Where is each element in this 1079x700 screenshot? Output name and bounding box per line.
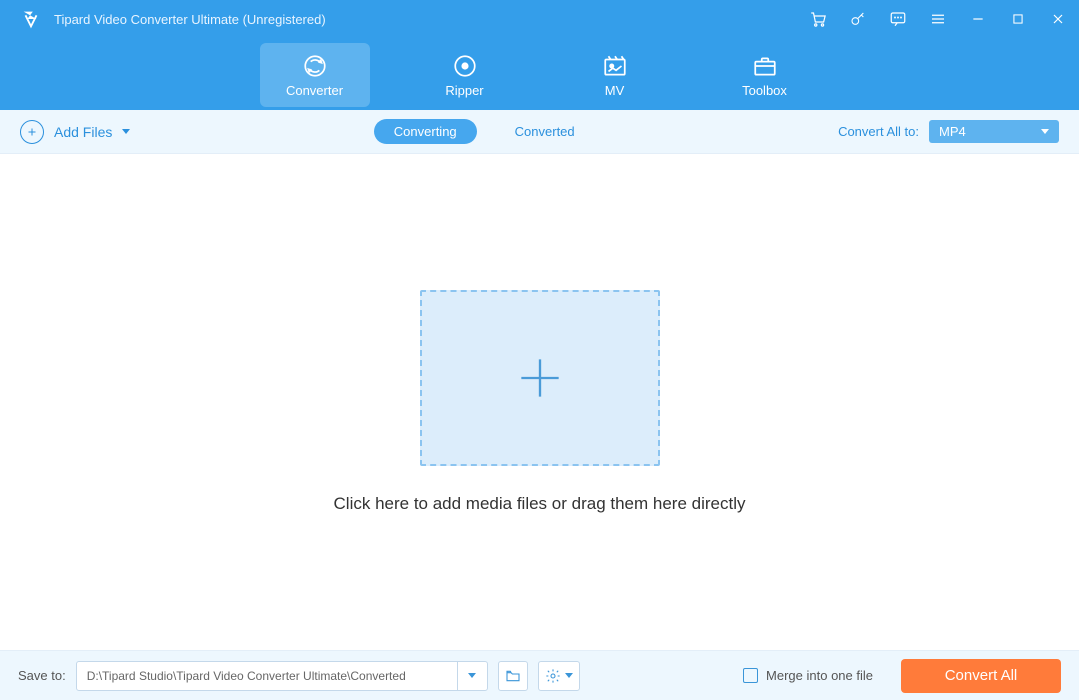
app-logo-icon	[20, 8, 42, 30]
format-select[interactable]: MP4	[929, 120, 1059, 143]
close-icon[interactable]	[1049, 10, 1067, 28]
nav-label: MV	[605, 83, 625, 98]
convert-all-button[interactable]: Convert All	[901, 659, 1061, 693]
save-path-box	[76, 661, 488, 691]
titlebar-actions	[809, 10, 1067, 28]
chevron-down-icon	[1041, 129, 1049, 134]
key-icon[interactable]	[849, 10, 867, 28]
merge-checkbox[interactable]: Merge into one file	[743, 668, 873, 683]
dropzone[interactable]	[420, 290, 660, 466]
nav-label: Ripper	[445, 83, 483, 98]
footer: Save to: Merge into one file Convert All	[0, 650, 1079, 700]
nav-label: Converter	[286, 83, 343, 98]
nav-label: Toolbox	[742, 83, 787, 98]
chevron-down-icon	[122, 129, 130, 134]
add-files-label: Add Files	[54, 124, 112, 140]
maximize-icon[interactable]	[1009, 10, 1027, 28]
settings-button[interactable]	[538, 661, 580, 691]
main-nav: Converter Ripper MV Toolbox	[0, 38, 1079, 110]
main-area: Click here to add media files or drag th…	[0, 154, 1079, 650]
status-tabs: Converting Converted	[130, 119, 838, 144]
save-path-input[interactable]	[77, 662, 457, 690]
nav-converter[interactable]: Converter	[260, 43, 370, 107]
tab-converting[interactable]: Converting	[374, 119, 477, 144]
app-title: Tipard Video Converter Ultimate (Unregis…	[54, 12, 809, 27]
convert-all-to-label: Convert All to:	[838, 124, 919, 139]
chevron-down-icon	[565, 673, 573, 678]
toolbar: Add Files Converting Converted Convert A…	[0, 110, 1079, 154]
checkbox-icon	[743, 668, 758, 683]
menu-icon[interactable]	[929, 10, 947, 28]
nav-mv[interactable]: MV	[560, 43, 670, 107]
save-path-dropdown[interactable]	[457, 662, 487, 690]
add-files-button[interactable]: Add Files	[20, 120, 130, 144]
nav-toolbox[interactable]: Toolbox	[710, 43, 820, 107]
convert-all-to: Convert All to: MP4	[838, 120, 1059, 143]
minimize-icon[interactable]	[969, 10, 987, 28]
merge-label: Merge into one file	[766, 668, 873, 683]
plus-icon	[20, 120, 44, 144]
save-to-label: Save to:	[18, 668, 66, 683]
open-folder-button[interactable]	[498, 661, 528, 691]
feedback-icon[interactable]	[889, 10, 907, 28]
cart-icon[interactable]	[809, 10, 827, 28]
tab-converted[interactable]: Converted	[495, 119, 595, 144]
nav-ripper[interactable]: Ripper	[410, 43, 520, 107]
titlebar: Tipard Video Converter Ultimate (Unregis…	[0, 0, 1079, 38]
drop-hint: Click here to add media files or drag th…	[334, 494, 746, 514]
format-value: MP4	[939, 124, 966, 139]
